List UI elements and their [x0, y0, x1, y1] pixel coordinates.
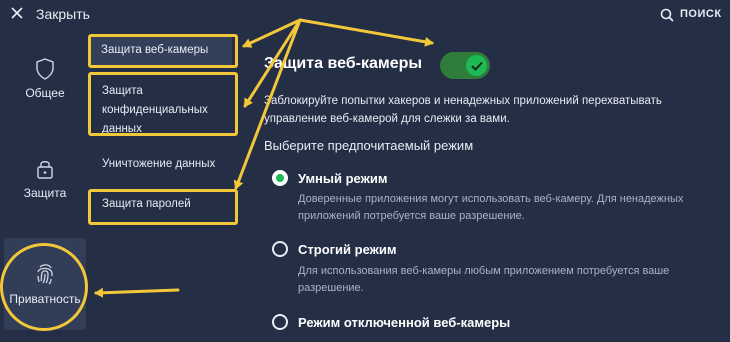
mode-title-disabled[interactable]: Режим отключенной веб-камеры: [298, 315, 510, 330]
submenu-item-data-shredder[interactable]: Уничтожение данных: [102, 155, 215, 174]
submenu-item-password-protection[interactable]: Защита паролей: [102, 195, 191, 214]
mode-description-smart: Доверенные приложения могут использовать…: [298, 193, 684, 222]
search-icon[interactable]: [660, 8, 674, 22]
lock-icon: [37, 161, 53, 179]
fingerprint-icon: [37, 264, 53, 285]
mode-radio-disabled[interactable]: [272, 314, 288, 330]
mode-section-label: Выберите предпочитаемый режим: [264, 138, 474, 153]
top-bar: Закрыть ПОИСК: [0, 0, 730, 28]
nav-item-general[interactable]: Общее: [4, 58, 86, 118]
toggle-knob: [466, 55, 487, 76]
nav-item-label: Общее: [25, 86, 65, 100]
mode-description-strict: Для использования веб-камеры любым прило…: [298, 265, 670, 294]
mode-radio-smart[interactable]: [272, 170, 288, 186]
webcam-protection-toggle[interactable]: [440, 52, 490, 79]
submenu-item-webcam-protection[interactable]: Защита веб-камеры: [90, 36, 232, 66]
close-button[interactable]: Закрыть: [36, 6, 90, 22]
mode-title-smart[interactable]: Умный режим: [298, 171, 387, 186]
check-icon: [470, 61, 483, 71]
nav-item-label: Приватность: [9, 292, 81, 306]
search-button[interactable]: ПОИСК: [680, 8, 722, 20]
close-icon[interactable]: [10, 6, 24, 20]
mode-title-strict[interactable]: Строгий режим: [298, 242, 396, 257]
page-title: Защита веб-камеры: [264, 55, 423, 72]
arrow-to-privacy: [94, 287, 180, 298]
nav-item-label: Защита: [23, 186, 67, 200]
shield-icon: [36, 58, 54, 80]
nav-item-privacy[interactable]: Приватность: [4, 238, 86, 330]
submenu-item-sensitive-data[interactable]: Защита конфиденциальных данных: [102, 82, 232, 139]
feature-description: Заблокируйте попытки хакеров и ненадежны…: [264, 95, 662, 125]
nav-item-security[interactable]: Защита: [4, 158, 86, 218]
mode-radio-strict[interactable]: [272, 241, 288, 257]
